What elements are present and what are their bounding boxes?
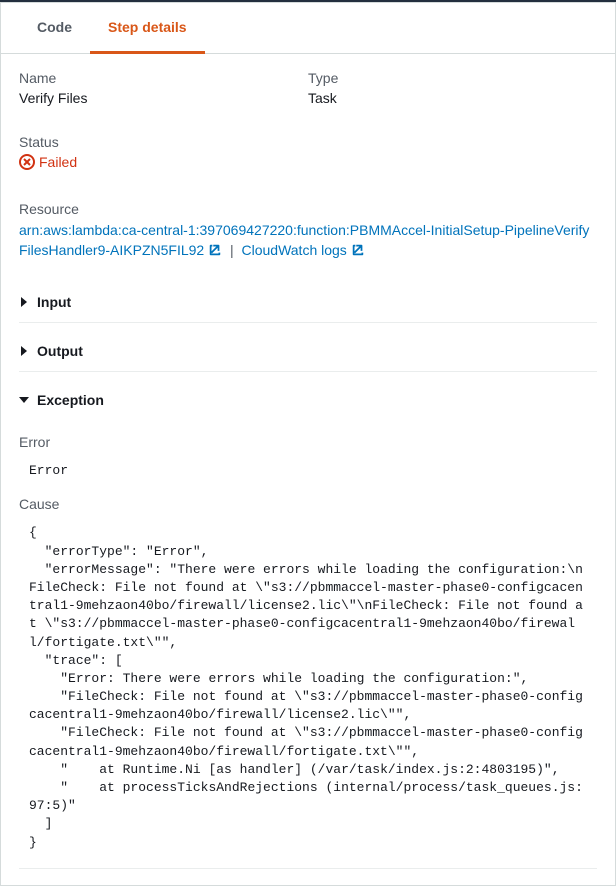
caret-right-icon xyxy=(19,346,29,356)
cause-label: Cause xyxy=(19,496,597,512)
tab-step-details[interactable]: Step details xyxy=(90,3,205,54)
type-label: Type xyxy=(308,70,597,86)
error-icon xyxy=(19,154,35,170)
resource-label: Resource xyxy=(19,201,597,217)
external-link-icon xyxy=(351,243,365,263)
output-expander[interactable]: Output xyxy=(19,335,597,367)
error-value: Error xyxy=(19,458,597,484)
output-expander-label: Output xyxy=(37,343,83,359)
tab-code[interactable]: Code xyxy=(19,3,90,53)
status-value: Failed xyxy=(19,154,77,170)
name-label: Name xyxy=(19,70,308,86)
external-link-icon xyxy=(208,243,222,263)
exception-expander[interactable]: Exception xyxy=(19,384,597,416)
type-value: Task xyxy=(308,90,597,106)
status-text: Failed xyxy=(39,154,77,170)
name-value: Verify Files xyxy=(19,90,308,106)
caret-right-icon xyxy=(19,297,29,307)
cause-value: { "errorType": "Error", "errorMessage": … xyxy=(19,520,597,855)
cloudwatch-logs-link[interactable]: CloudWatch logs xyxy=(242,242,365,258)
caret-down-icon xyxy=(19,395,29,405)
exception-expander-label: Exception xyxy=(37,392,104,408)
tab-bar: Code Step details xyxy=(1,3,615,54)
error-label: Error xyxy=(19,434,597,450)
input-expander[interactable]: Input xyxy=(19,286,597,318)
status-label: Status xyxy=(19,134,597,150)
input-expander-label: Input xyxy=(37,294,71,310)
